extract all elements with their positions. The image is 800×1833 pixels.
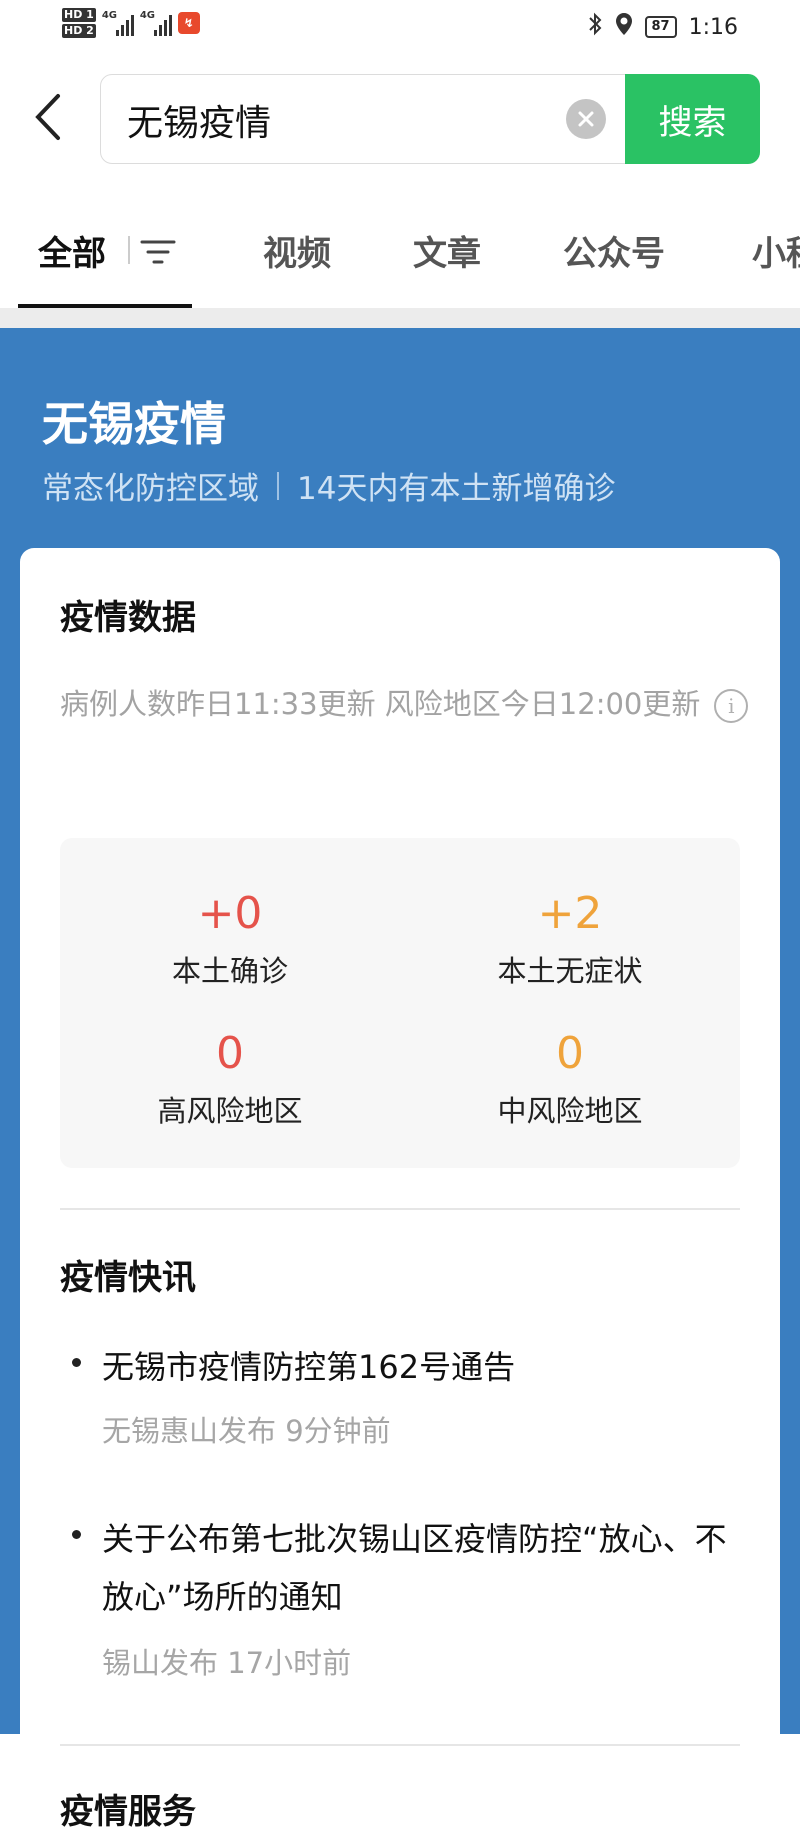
epidemic-data-title: 疫情数据 <box>60 598 196 638</box>
signal-icon-2: 4G <box>140 10 172 36</box>
search-button[interactable]: 搜索 <box>625 74 760 164</box>
stat-value: +0 <box>197 888 263 939</box>
back-arrow-icon[interactable] <box>30 92 70 142</box>
update-note-text: 病例人数昨日11:33更新 风险地区今日12:00更新 <box>60 687 701 721</box>
epidemic-card: 疫情数据 病例人数昨日11:33更新 风险地区今日12:00更新 i +0 本土确… <box>20 548 780 1832</box>
hd-indicator: HD 1 HD 2 <box>62 8 96 38</box>
battery-icon: 87 <box>644 16 677 38</box>
bullet-icon <box>72 1358 81 1367</box>
tab-official-account[interactable]: 公众号 <box>563 226 665 275</box>
hero-subtitle-left: 常态化防控区域 <box>42 471 259 507</box>
status-bar: HD 1 HD 2 4G 4G ↯ 87 1:16 <box>0 0 800 62</box>
tab-article[interactable]: 文章 <box>413 226 481 275</box>
bluetooth-icon <box>587 12 603 42</box>
clock: 1:16 <box>688 14 738 40</box>
stats-panel: +0 本土确诊 +2 本土无症状 0 高风险地区 0 中风险地区 <box>60 838 740 1168</box>
status-right: 87 1:16 <box>587 12 738 42</box>
stat-label: 高风险地区 <box>157 1094 303 1128</box>
search-input[interactable]: 无锡疫情 <box>127 94 271 146</box>
tab-bar-divider <box>0 308 800 328</box>
news-item-title[interactable]: 无锡市疫情防控第162号通告 <box>102 1338 742 1396</box>
hd2-label: HD 2 <box>62 24 96 38</box>
stat-value: +2 <box>537 888 603 939</box>
news-item-meta: 无锡惠山发布 9分钟前 <box>102 1414 391 1448</box>
news-item-meta: 锡山发布 17小时前 <box>102 1646 352 1680</box>
tab-bar: 全部 视频 文章 公众号 小程 <box>0 200 800 310</box>
filter-icon[interactable] <box>140 238 176 266</box>
news-item-title[interactable]: 关于公布第七批次锡山区疫情防控“放心、不放心”场所的通知 <box>102 1510 742 1626</box>
news-item[interactable]: 关于公布第七批次锡山区疫情防控“放心、不放心”场所的通知 锡山发布 17小时前 <box>60 1510 750 1680</box>
bullet-icon <box>72 1530 81 1539</box>
hero-subtitle: 常态化防控区域 14天内有本土新增确诊 <box>42 463 615 508</box>
news-item[interactable]: 无锡市疫情防控第162号通告 无锡惠山发布 9分钟前 <box>60 1338 750 1448</box>
signal-icon: 4G <box>102 10 134 36</box>
app-notification-icon: ↯ <box>177 12 200 34</box>
location-icon <box>615 12 633 42</box>
tab-video[interactable]: 视频 <box>263 226 331 275</box>
clear-icon[interactable] <box>566 99 606 139</box>
tab-all[interactable]: 全部 <box>38 226 106 275</box>
stat-value: 0 <box>216 1028 244 1079</box>
status-left: HD 1 HD 2 4G 4G ↯ <box>62 8 200 38</box>
stat-local-confirmed[interactable]: +0 本土确诊 <box>60 886 400 990</box>
stat-medium-risk[interactable]: 0 中风险地区 <box>400 1026 740 1130</box>
section-divider <box>60 1208 740 1210</box>
hero-subtitle-right: 14天内有本土新增确诊 <box>297 471 616 507</box>
news-title: 疫情快讯 <box>60 1258 196 1298</box>
hero-title: 无锡疫情 <box>42 397 226 451</box>
stat-label: 本土确诊 <box>171 954 288 988</box>
info-icon[interactable]: i <box>714 689 749 723</box>
stat-local-asymptomatic[interactable]: +2 本土无症状 <box>400 886 740 990</box>
stat-label: 本土无症状 <box>497 954 643 988</box>
update-note: 病例人数昨日11:33更新 风险地区今日12:00更新 i <box>60 678 750 730</box>
tab-separator <box>128 236 130 264</box>
stat-high-risk[interactable]: 0 高风险地区 <box>60 1026 400 1130</box>
epidemic-panel: 无锡疫情 常态化防控区域 14天内有本土新增确诊 疫情数据 病例人数昨日11:3… <box>0 328 800 1832</box>
stat-value: 0 <box>556 1028 584 1079</box>
section-divider <box>60 1744 740 1746</box>
tab-mini-program[interactable]: 小程 <box>752 226 800 275</box>
services-title: 疫情服务 <box>60 1792 196 1832</box>
network-type-1: 4G <box>101 10 117 21</box>
stat-label: 中风险地区 <box>497 1094 643 1128</box>
network-type-2: 4G <box>139 10 155 21</box>
hd1-label: HD 1 <box>62 8 96 22</box>
hero-subtitle-separator <box>277 471 279 500</box>
